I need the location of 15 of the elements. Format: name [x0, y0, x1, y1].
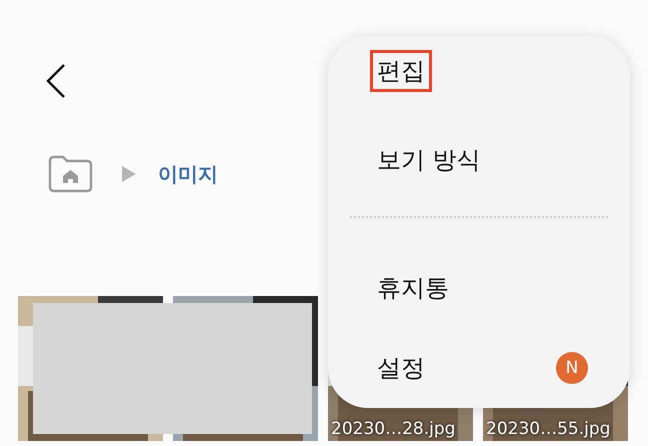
home-folder-icon[interactable] [47, 155, 94, 193]
menu-item[interactable]: 편집 [370, 50, 588, 120]
menu-item-label: 설정 [376, 353, 426, 384]
new-badge: N [556, 352, 588, 384]
menu-item-label: 편집 [370, 50, 432, 92]
menu-item[interactable]: 휴지통 [370, 248, 588, 328]
menu-item-label: 보기 방식 [376, 145, 482, 176]
menu-item[interactable]: 설정 N [370, 328, 588, 408]
back-icon[interactable] [45, 63, 67, 99]
file-name: 20230…28.jpg [331, 419, 456, 439]
menu-item[interactable]: 보기 방식 [370, 120, 588, 200]
breadcrumb-current[interactable]: 이미지 [158, 160, 218, 188]
chevron-right-icon [122, 166, 136, 182]
menu-item-label: 휴지통 [376, 273, 450, 304]
file-name: 20230…55.jpg [486, 419, 610, 439]
